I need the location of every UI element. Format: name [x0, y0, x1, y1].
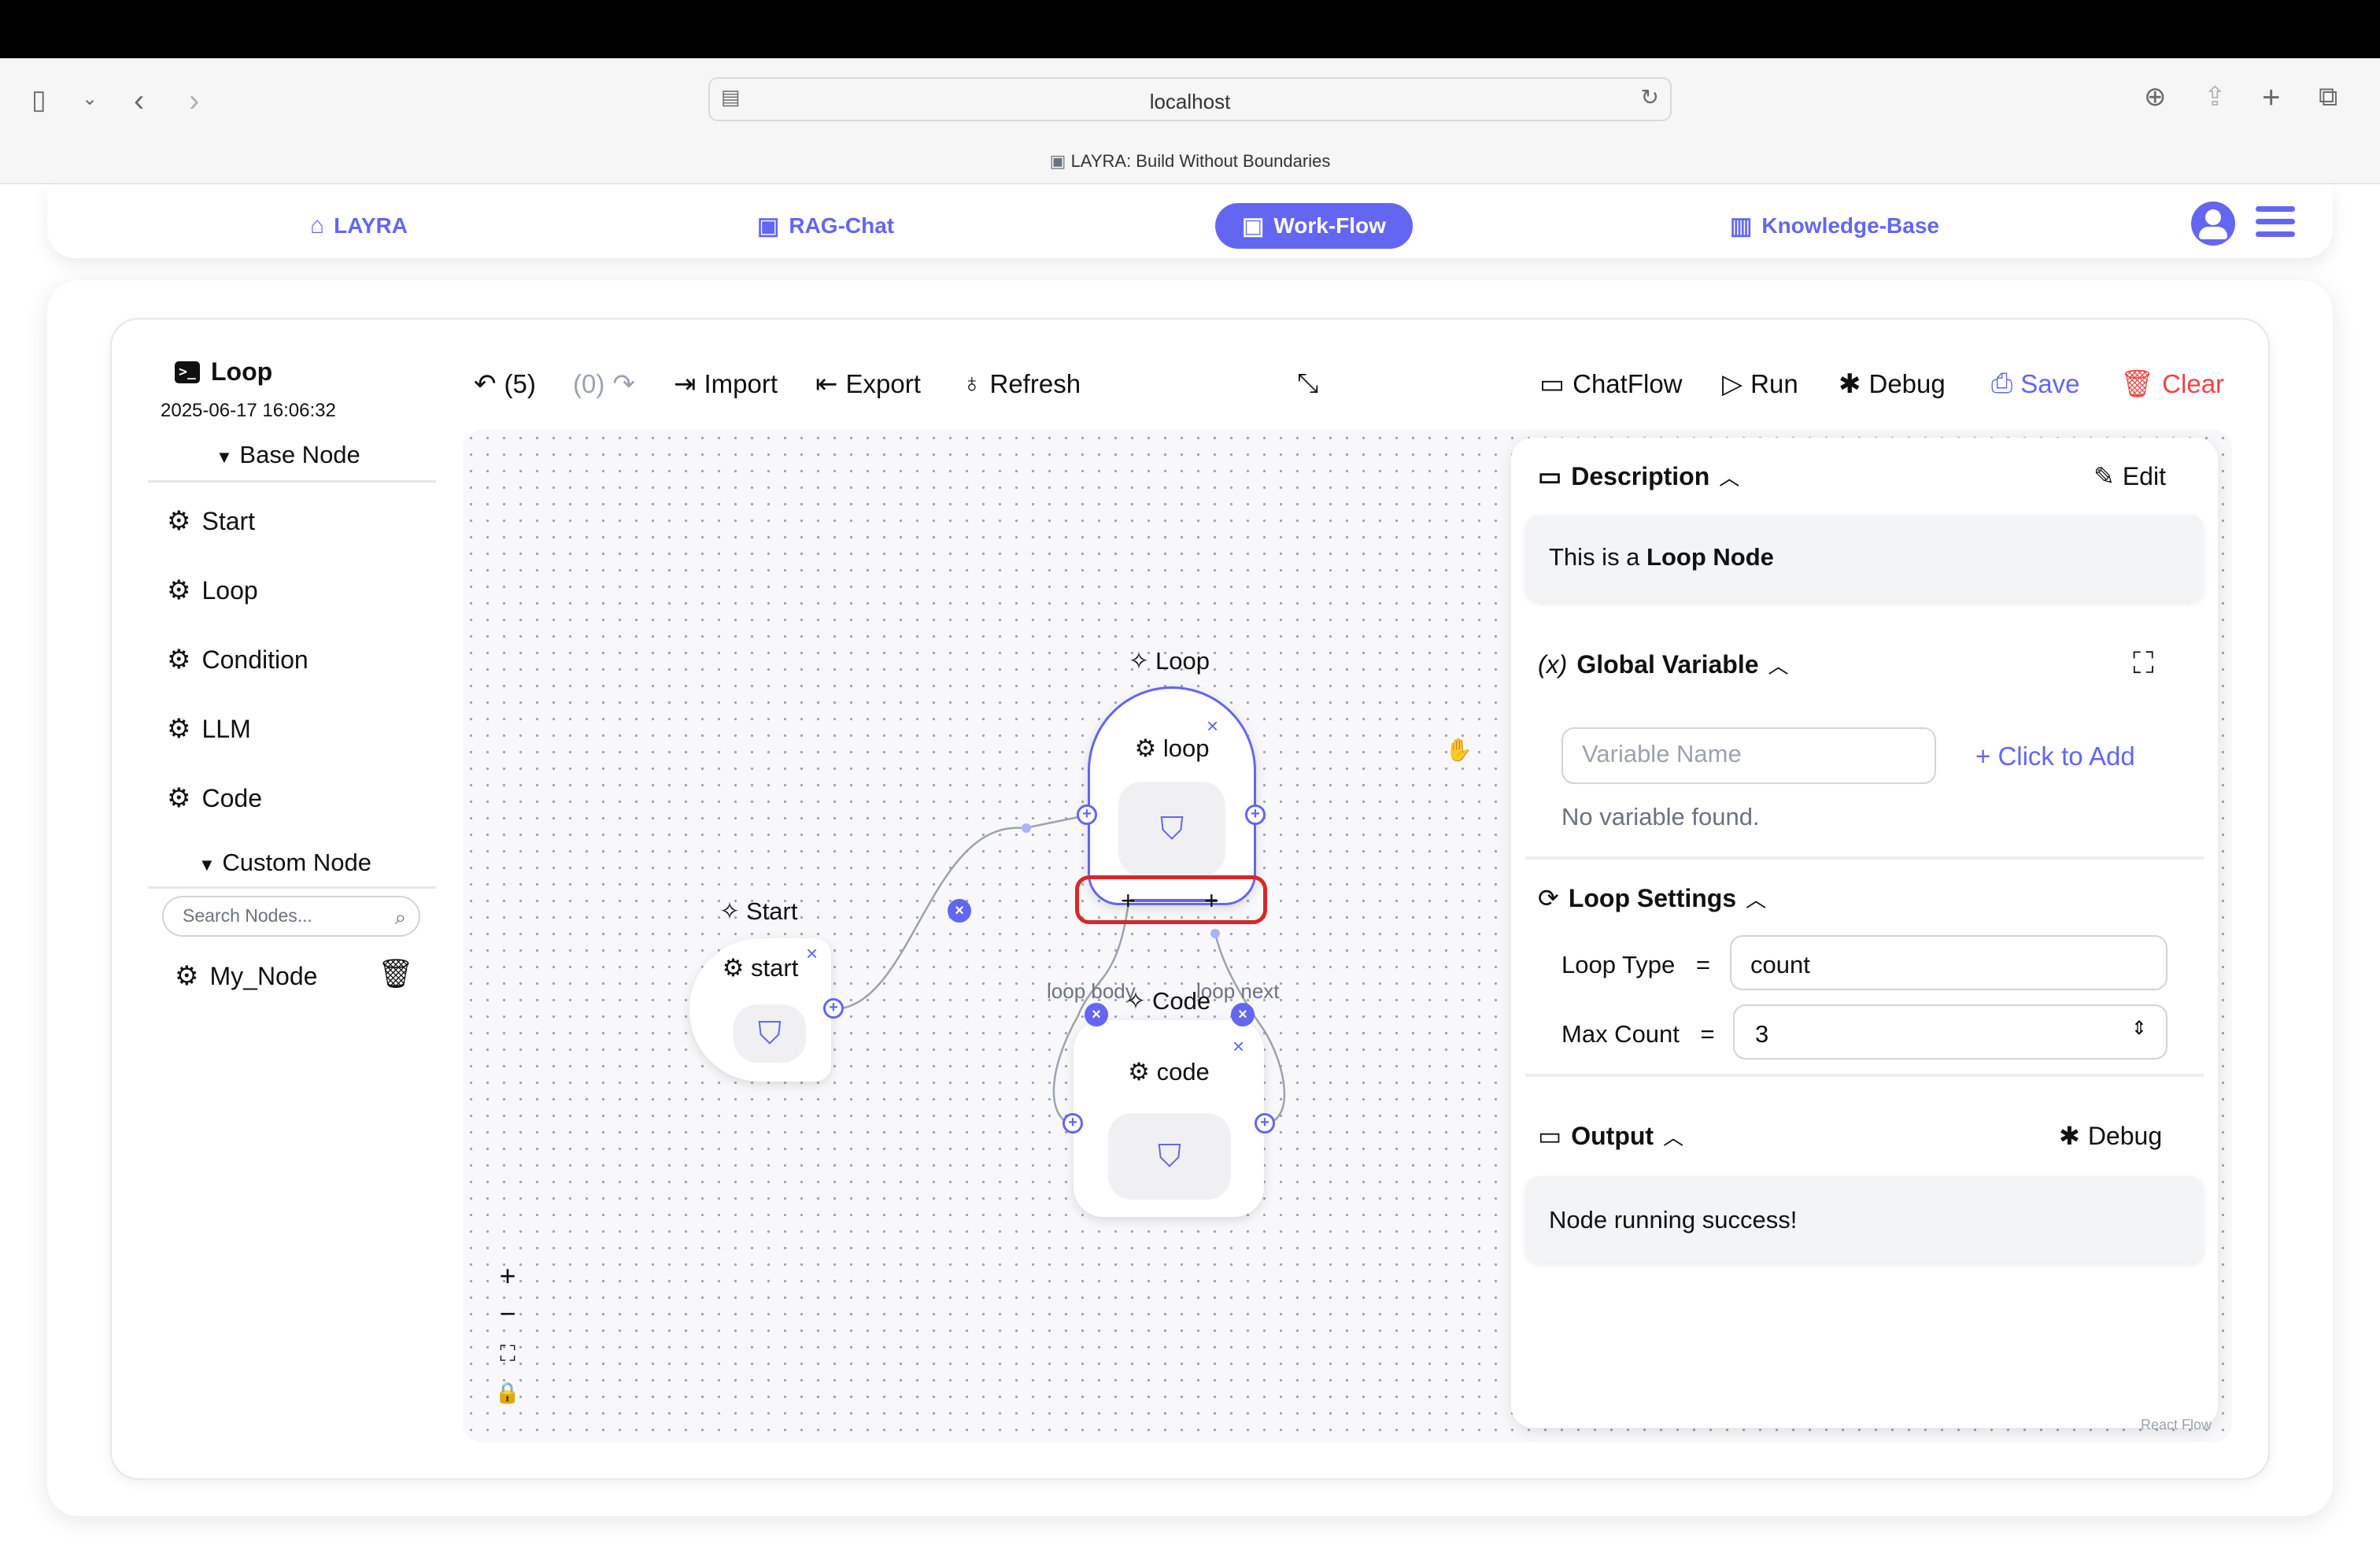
zoom-out-icon[interactable]: − [488, 1297, 527, 1330]
node-name-text: code [1156, 1058, 1210, 1086]
expand-icon[interactable]: ⛶ [2133, 647, 2154, 681]
gear-icon: ⚙ [1134, 734, 1163, 762]
react-flow-watermark[interactable]: React Flow [2141, 1417, 2212, 1433]
max-count-stepper[interactable]: 3 ⇕ [1733, 1004, 2168, 1060]
variable-icon: (x) [1538, 650, 1568, 679]
code-node-title: Code [1151, 987, 1211, 1015]
description-title: Description [1571, 461, 1710, 490]
close-icon[interactable]: × [806, 941, 818, 966]
start-node-title: Start [745, 897, 798, 925]
output-text: Node running success! [1549, 1206, 1798, 1233]
edit-label: Edit [2122, 461, 2166, 490]
loop-settings-title: Loop Settings [1568, 883, 1737, 912]
start-output-handle[interactable]: + [823, 998, 844, 1019]
loop-type-label-text: Loop Type [1561, 951, 1676, 978]
code-node-name: ⚙ code [1074, 1058, 1264, 1086]
node-name-text: start [751, 954, 799, 982]
start-node[interactable]: ⚙ start × ⛉ [689, 938, 831, 1082]
output-header[interactable]: ▭ Output ︿ [1538, 1121, 1683, 1151]
shield-icon: ⛉ [1118, 782, 1225, 876]
monitor-icon: ▭ [1538, 462, 1562, 490]
gear-icon: ⚙ [722, 954, 752, 982]
add-variable-button[interactable]: + Click to Add [1975, 742, 2135, 771]
zoom-in-icon[interactable]: + [488, 1259, 527, 1293]
delete-edge-button[interactable]: × [948, 899, 971, 923]
variable-name-field[interactable] [1561, 727, 1936, 784]
edge-point [1022, 823, 1031, 833]
stepper-icon[interactable]: ⇕ [2131, 1017, 2147, 1040]
close-icon[interactable]: × [1207, 714, 1218, 738]
global-variable-title: Global Variable [1576, 650, 1759, 679]
max-count-value: 3 [1755, 1020, 1769, 1048]
variable-name-input[interactable] [1582, 740, 1879, 768]
code-output-handle[interactable]: + [1255, 1113, 1275, 1134]
shield-icon: ⛉ [734, 1004, 806, 1063]
description-bold: Loop Node [1646, 543, 1774, 571]
sparkle-icon: ✧ [1125, 987, 1146, 1015]
loop-body-label: loop body [1047, 979, 1136, 1003]
lock-icon[interactable]: 🔒 [488, 1381, 527, 1405]
code-input-x-handle[interactable]: × [1085, 1003, 1108, 1026]
code-output-x-handle[interactable]: × [1231, 1003, 1255, 1026]
loop-type-field[interactable]: count [1730, 935, 2168, 990]
gear-icon: ⚙ [1128, 1058, 1157, 1086]
fit-view-icon[interactable]: ⛶ [488, 1341, 527, 1367]
loop-body-handle[interactable]: + [1121, 886, 1136, 915]
loop-node-name: ⚙ loop [1090, 734, 1254, 763]
loop-type-label: Loop Type = [1561, 951, 1710, 979]
description-prefix: This is a [1549, 543, 1640, 571]
node-name-text: loop [1162, 734, 1210, 762]
loop-node-title: Loop [1155, 647, 1210, 675]
divider [1525, 856, 2204, 860]
loop-icon: ⟳ [1538, 884, 1559, 912]
description-header[interactable]: ▭ Description ︿ [1538, 461, 1739, 491]
loop-node[interactable]: ⚙ loop × ⛉ [1088, 686, 1256, 905]
loop-node-label: ✧ Loop [1129, 647, 1210, 675]
output-box: Node running success! [1525, 1176, 2204, 1263]
code-node-label: ✧ Code [1125, 987, 1210, 1015]
max-count-label-text: Max Count [1561, 1020, 1680, 1048]
chevron-up-icon: ︿ [1746, 887, 1767, 912]
loop-next-handle[interactable]: + [1204, 886, 1219, 915]
loop-output-handle[interactable]: + [1245, 804, 1266, 825]
start-node-label: ✧ Start [719, 897, 797, 926]
monitor-icon: ▭ [1538, 1122, 1562, 1150]
code-input-handle[interactable]: + [1062, 1113, 1083, 1134]
equals-sign: = [1695, 951, 1710, 978]
edge-point [1210, 929, 1220, 938]
edit-button[interactable]: ✎ Edit [2094, 461, 2166, 491]
edit-icon: ✎ [2094, 462, 2115, 490]
loop-input-handle[interactable]: + [1077, 804, 1097, 825]
hand-cursor-icon: ✋ [1445, 738, 1473, 762]
description-text: This is a Loop Node [1549, 543, 1774, 571]
no-variable-text: No variable found. [1561, 803, 1760, 830]
chevron-up-icon: ︿ [1768, 654, 1789, 678]
divider [1525, 1074, 2204, 1077]
chevron-up-icon: ︿ [1663, 1125, 1684, 1149]
shield-icon: ⛉ [1108, 1113, 1231, 1200]
output-debug-button[interactable]: ✱ Debug [2059, 1121, 2162, 1151]
loop-type-value: count [1750, 951, 1810, 978]
sparkle-icon: ✧ [719, 897, 740, 925]
chevron-up-icon: ︿ [1719, 465, 1740, 490]
close-icon[interactable]: × [1232, 1034, 1244, 1059]
bug-icon: ✱ [2059, 1122, 2080, 1150]
output-title: Output [1571, 1121, 1654, 1150]
loop-settings-header[interactable]: ⟳ Loop Settings ︿ [1538, 883, 1766, 913]
global-variable-header[interactable]: (x) Global Variable ︿ [1538, 650, 1789, 679]
code-node[interactable]: ⚙ code × ⛉ [1074, 1020, 1264, 1217]
description-box: This is a Loop Node [1525, 515, 2204, 601]
sparkle-icon: ✧ [1129, 647, 1149, 675]
equals-sign: = [1700, 1020, 1715, 1048]
output-debug-label: Debug [2087, 1121, 2163, 1150]
max-count-label: Max Count = [1561, 1020, 1715, 1049]
